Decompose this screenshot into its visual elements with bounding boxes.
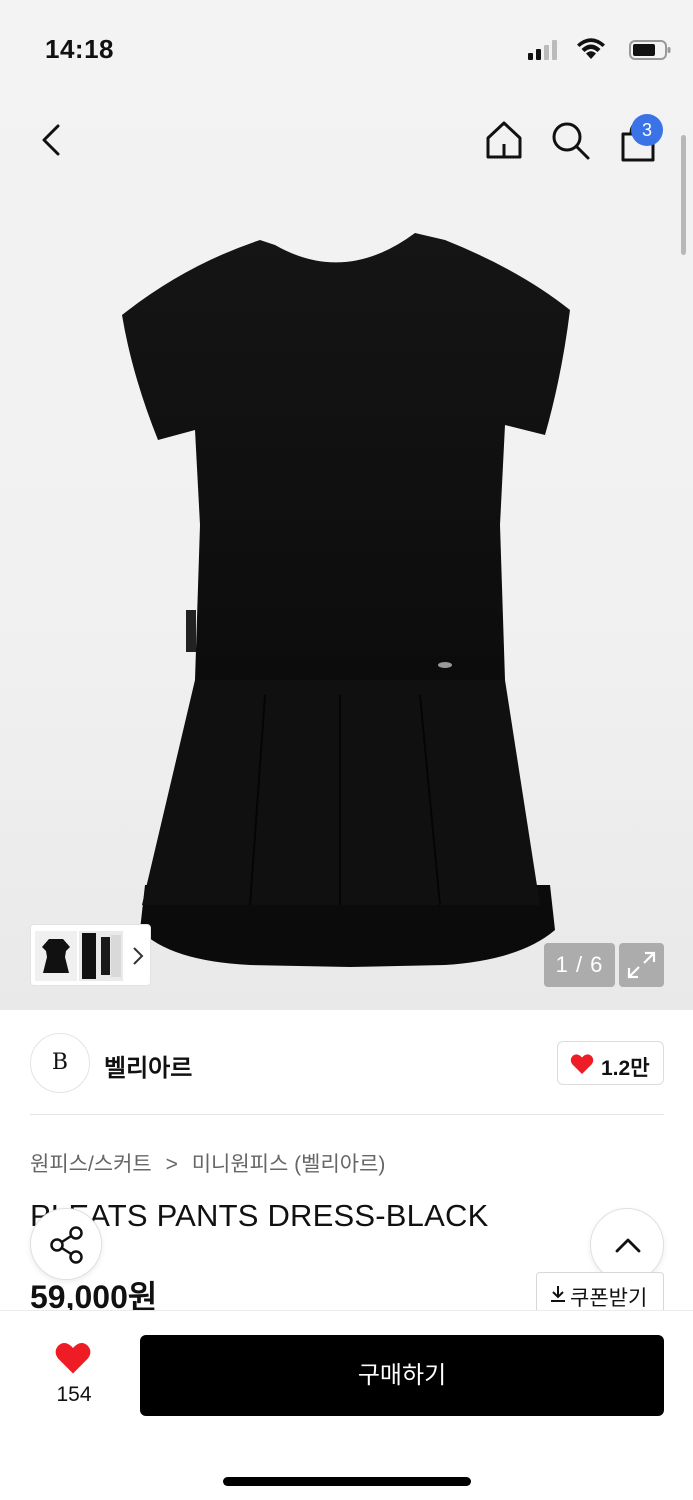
coupon-download-button[interactable]: 쿠폰받기 — [536, 1272, 664, 1314]
product-gallery[interactable]: 14:18 3 1 / 6 — [0, 0, 693, 1010]
brand-name[interactable]: 벨리아르 — [104, 1048, 192, 1083]
thumbnail-front[interactable] — [35, 931, 77, 981]
brand-logo-text: B — [51, 1050, 69, 1075]
share-button[interactable] — [30, 1208, 102, 1280]
coupon-label: 쿠폰받기 — [570, 1287, 648, 1310]
scroll-to-top-button[interactable] — [590, 1208, 664, 1282]
status-time: 14:18 — [45, 34, 114, 64]
expand-icon — [627, 951, 656, 979]
search-icon[interactable] — [548, 118, 592, 162]
wishlist-count: 154 — [56, 1383, 92, 1406]
battery-icon — [629, 40, 671, 60]
home-indicator[interactable] — [223, 1477, 471, 1486]
divider — [30, 1114, 664, 1115]
brand-logo[interactable]: B — [30, 1033, 90, 1093]
wishlist-button[interactable]: 154 — [40, 1337, 108, 1411]
scrollbar[interactable] — [681, 135, 686, 255]
home-icon[interactable] — [482, 118, 526, 162]
expand-image-button[interactable] — [619, 943, 664, 987]
download-icon — [551, 1286, 565, 1302]
brand-row: B 벨리아르 1.2만 — [30, 1030, 664, 1096]
thumbnail-strip[interactable] — [30, 924, 151, 986]
heart-icon — [570, 1054, 594, 1074]
breadcrumb-subcategory[interactable]: 미니원피스 (벨리아르) — [192, 1153, 386, 1176]
brand-like-count: 1.2만 — [601, 1057, 650, 1080]
product-image[interactable] — [100, 225, 590, 970]
status-icons — [521, 38, 671, 62]
heart-filled-icon — [55, 1343, 91, 1374]
thumbnail-model[interactable] — [79, 931, 123, 981]
back-arrow-icon[interactable] — [36, 120, 70, 160]
breadcrumb: 원피스/스커트 > 미니원피스 (벨리아르) — [30, 1148, 385, 1178]
top-nav — [0, 110, 693, 174]
share-icon — [50, 1226, 83, 1264]
buy-button[interactable]: 구매하기 — [140, 1335, 664, 1416]
wifi-icon — [577, 38, 605, 59]
bottom-action-bar: 154 구매하기 — [0, 1310, 693, 1500]
breadcrumb-separator: > — [165, 1153, 178, 1176]
image-page-counter: 1 / 6 — [544, 943, 615, 987]
status-bar: 14:18 — [0, 0, 693, 100]
chevron-right-icon[interactable] — [131, 945, 145, 967]
brand-like-button[interactable]: 1.2만 — [557, 1041, 664, 1085]
signal-icon — [528, 40, 557, 60]
cart-count-badge: 3 — [631, 114, 663, 146]
breadcrumb-category[interactable]: 원피스/스커트 — [30, 1153, 152, 1176]
